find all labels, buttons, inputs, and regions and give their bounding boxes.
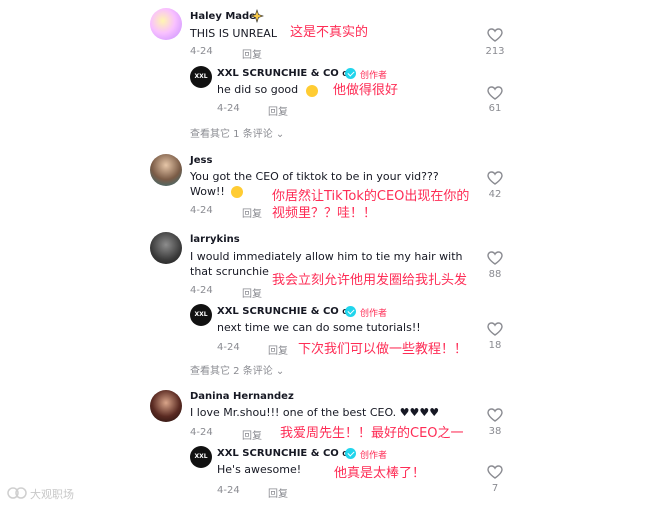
comment-translation: 视频里？？哇！！ — [272, 206, 377, 221]
reply-username[interactable]: XXL SCRUNCHIE & CO CA — [217, 68, 353, 79]
reply-username[interactable]: XXL SCRUNCHIE & CO CA — [217, 306, 353, 317]
comment-text: I would immediately allow him to tie my … — [190, 250, 463, 263]
avatar[interactable] — [150, 390, 182, 422]
comment-username[interactable]: Haley Made — [190, 11, 256, 22]
view-more-replies[interactable]: 查看其它 2 条评论 ⌄ — [190, 362, 284, 377]
reply-button[interactable]: 回复 — [242, 205, 262, 220]
reply-date: 4-24 — [217, 485, 240, 496]
chevron-down-icon: ⌄ — [275, 366, 285, 377]
reply-text: He's awesome! — [217, 463, 302, 476]
comment-date: 4-24 — [190, 46, 213, 57]
comment-text: that scrunchie — [190, 265, 269, 278]
avatar[interactable] — [150, 154, 182, 186]
like-heart-icon[interactable] — [487, 251, 503, 265]
comment-translation: 我爱周先生！！最好的CEO之一 — [280, 426, 464, 441]
comment-text: I love Mr.shou!!! one of the best CEO. ♥… — [190, 406, 440, 419]
heart-eyes-emoji-icon — [231, 186, 243, 198]
like-count: 61 — [488, 103, 502, 114]
reply-button[interactable]: 回复 — [268, 103, 288, 118]
reply-button[interactable]: 回复 — [242, 46, 262, 61]
like-count: 38 — [488, 426, 502, 437]
reply-username[interactable]: XXL SCRUNCHIE & CO CA — [217, 448, 353, 459]
comment-translation: 这是不真实的 — [290, 25, 369, 40]
comment-username[interactable]: Jess — [190, 155, 212, 166]
creator-avatar[interactable]: XXL — [190, 446, 212, 468]
verified-badge-icon — [345, 448, 356, 459]
reply-button[interactable]: 回复 — [242, 427, 262, 442]
chevron-down-icon: ⌄ — [275, 129, 285, 140]
like-count: 18 — [488, 340, 502, 351]
comment-text: THIS IS UNREAL — [190, 27, 277, 40]
like-heart-icon[interactable] — [487, 408, 503, 422]
watermark-text: 大观职场 — [30, 488, 74, 501]
like-heart-icon[interactable] — [487, 171, 503, 185]
comment-translation: 我会立刻允许他用发圈给我扎头发 — [272, 273, 468, 288]
comment-date: 4-24 — [190, 205, 213, 216]
reply-translation: 他做得很好 — [333, 83, 399, 98]
heart-eyes-emoji-icon — [306, 85, 318, 97]
comment-text: You got the CEO of tiktok to be in your … — [190, 170, 439, 183]
reply-translation: 下次我们可以做一些教程！！ — [298, 342, 468, 357]
avatar[interactable] — [150, 8, 182, 40]
comment-text: Wow!! — [190, 185, 225, 198]
like-count: 7 — [491, 483, 499, 494]
comment-username[interactable]: Danina Hernandez — [190, 391, 294, 402]
like-count: 42 — [488, 189, 502, 200]
view-more-replies[interactable]: 查看其它 1 条评论 ⌄ — [190, 125, 284, 140]
creator-badge: 创作者 — [360, 451, 388, 461]
reply-text: next time we can do some tutorials!! — [217, 321, 421, 334]
comment-translation: 你居然让TikTok的CEO出现在你的 — [272, 189, 470, 204]
comment-date: 4-24 — [190, 427, 213, 438]
creator-badge: 创作者 — [360, 71, 388, 81]
like-heart-icon[interactable] — [487, 28, 503, 42]
reply-translation: 他真是太棒了！ — [334, 466, 426, 481]
reply-button[interactable]: 回复 — [268, 485, 288, 500]
reply-button[interactable]: 回复 — [268, 342, 288, 357]
comment-username[interactable]: larrykins — [190, 234, 240, 245]
like-heart-icon[interactable] — [487, 465, 503, 479]
sparkle-emoji-icon — [250, 9, 264, 23]
watermark-logo-icon — [7, 487, 27, 499]
reply-date: 4-24 — [217, 103, 240, 114]
creator-avatar[interactable]: XXL — [190, 304, 212, 326]
reply-date: 4-24 — [217, 342, 240, 353]
reply-button[interactable]: 回复 — [242, 285, 262, 300]
verified-badge-icon — [345, 306, 356, 317]
reply-text: he did so good — [217, 83, 299, 96]
avatar[interactable] — [150, 232, 182, 264]
creator-avatar[interactable]: XXL — [190, 66, 212, 88]
like-count: 88 — [488, 269, 502, 280]
comment-date: 4-24 — [190, 285, 213, 296]
creator-badge: 创作者 — [360, 309, 388, 319]
like-heart-icon[interactable] — [487, 86, 503, 100]
like-heart-icon[interactable] — [487, 322, 503, 336]
verified-badge-icon — [345, 68, 356, 79]
like-count: 213 — [485, 46, 505, 57]
